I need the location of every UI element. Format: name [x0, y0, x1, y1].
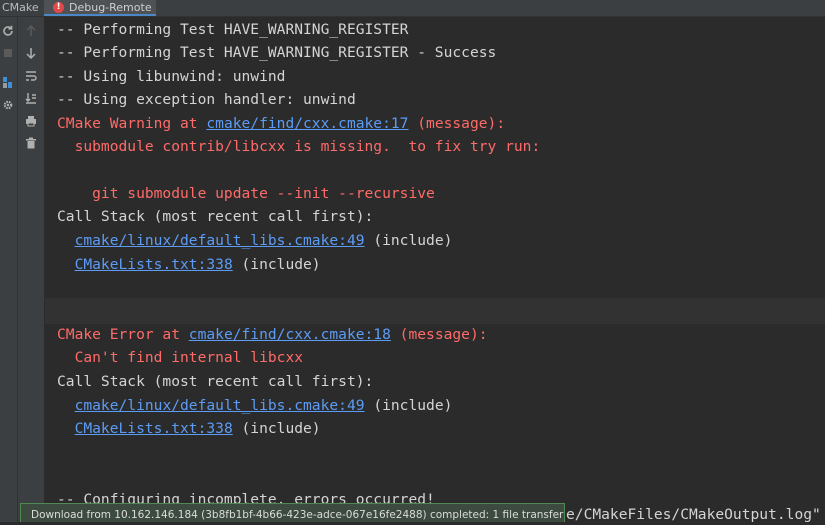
- highlight-band: [45, 298, 825, 324]
- warning-header: CMake Warning at cmake/find/cxx.cmake:17…: [57, 114, 505, 134]
- frame-link[interactable]: CMakeLists.txt:338: [75, 420, 233, 437]
- up-arrow-icon[interactable]: [24, 24, 38, 38]
- warning-message: submodule contrib/libcxx is missing. to …: [57, 138, 541, 155]
- error-message: Can't find internal libcxx: [57, 349, 304, 366]
- tab-debug-remote-label: Debug-Remote: [69, 1, 152, 14]
- down-arrow-icon[interactable]: [24, 46, 38, 60]
- console-line: -- Using libunwind: unwind: [57, 68, 286, 85]
- cmake-settings-icon[interactable]: [1, 75, 15, 91]
- error-callstack-frame: CMakeLists.txt:338 (include): [57, 419, 321, 439]
- console-line: -- Performing Test HAVE_WARNING_REGISTER…: [57, 44, 497, 61]
- print-icon[interactable]: [24, 114, 38, 128]
- warning-callstack-frame: CMakeLists.txt:338 (include): [57, 255, 321, 275]
- warning-fix-command: git submodule update --init --recursive: [57, 185, 435, 202]
- warning-source-link[interactable]: cmake/find/cxx.cmake:17: [206, 115, 408, 132]
- console-output[interactable]: -- Performing Test HAVE_WARNING_REGISTER…: [45, 17, 825, 522]
- scroll-to-end-icon[interactable]: [24, 91, 38, 105]
- frame-suffix: (include): [364, 397, 453, 414]
- console-line: -- Using exception handler: unwind: [57, 91, 356, 108]
- tab-debug-remote[interactable]: ! Debug-Remote: [44, 0, 156, 16]
- warning-prefix: CMake Warning at: [57, 115, 207, 132]
- warning-callstack-header: Call Stack (most recent call first):: [57, 208, 374, 225]
- error-suffix: (message):: [390, 326, 488, 343]
- download-notification[interactable]: Download from 10.162.146.184 (3b8fb1bf-4…: [20, 503, 565, 522]
- error-prefix: CMake Error at: [57, 326, 189, 343]
- error-icon: !: [53, 2, 64, 13]
- frame-link[interactable]: CMakeLists.txt:338: [75, 256, 233, 273]
- error-header: CMake Error at cmake/find/cxx.cmake:18 (…: [57, 325, 488, 345]
- console-toolbar-secondary: [18, 17, 44, 522]
- settings-gear-icon[interactable]: [1, 97, 15, 113]
- frame-suffix: (include): [232, 256, 321, 273]
- console-toolbar-primary: [0, 17, 18, 522]
- reload-icon[interactable]: [1, 24, 15, 38]
- stop-icon[interactable]: [1, 46, 15, 60]
- console-line: -- Performing Test HAVE_WARNING_REGISTER: [57, 21, 409, 38]
- frame-link[interactable]: cmake/linux/default_libs.cmake:49: [75, 232, 365, 249]
- error-callstack-header: Call Stack (most recent call first):: [57, 373, 374, 390]
- tool-window-tab-bar: CMake ! Debug-Remote: [0, 0, 825, 17]
- frame-suffix: (include): [232, 420, 321, 437]
- error-callstack-frame: cmake/linux/default_libs.cmake:49 (inclu…: [57, 396, 453, 416]
- trash-icon[interactable]: [24, 136, 38, 150]
- frame-link[interactable]: cmake/linux/default_libs.cmake:49: [75, 397, 365, 414]
- error-source-link[interactable]: cmake/find/cxx.cmake:18: [189, 326, 391, 343]
- tab-cmake[interactable]: CMake: [2, 1, 39, 15]
- warning-suffix: (message):: [408, 115, 506, 132]
- warning-callstack-frame: cmake/linux/default_libs.cmake:49 (inclu…: [57, 231, 453, 251]
- console-tail-text: e/CMakeFiles/CMakeOutput.log": [566, 506, 821, 523]
- frame-suffix: (include): [364, 232, 453, 249]
- soft-wrap-icon[interactable]: [24, 69, 38, 83]
